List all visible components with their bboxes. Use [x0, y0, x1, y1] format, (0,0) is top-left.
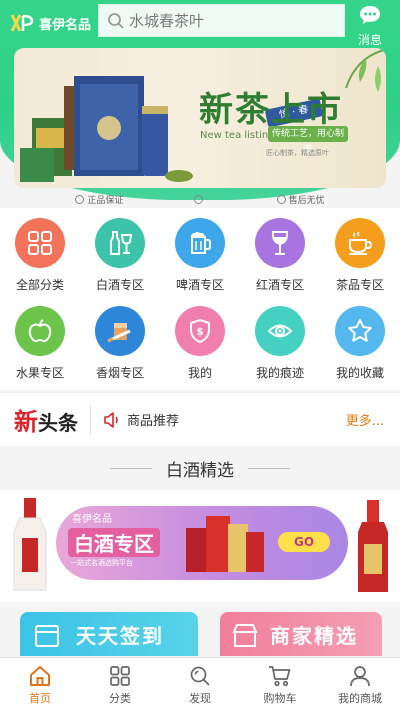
discover-icon: [190, 666, 210, 686]
bamboo-leaf-decoration: [345, 49, 385, 92]
category-label: 红酒专区: [255, 278, 304, 292]
banner-description: 匠心制茶，精选原叶: [266, 149, 329, 157]
shield-icon: [194, 194, 203, 204]
apple-icon: [15, 306, 65, 356]
guarantee-strip: 正品保证 售后无忧: [0, 190, 400, 208]
category-my-history[interactable]: 我的痕迹: [240, 302, 320, 390]
cigarette-icon: [95, 306, 145, 356]
tab-label: 购物车: [263, 692, 297, 705]
promo-banner-new-tea[interactable]: 惊 · 春 新茶上市 New tea listing 传统工艺，用心制茶 匠心制…: [14, 48, 386, 188]
guarantee-item: [194, 190, 206, 208]
grid-icon: [15, 218, 65, 268]
category-grid: 全部分类 白酒专区 啤酒专区 红酒专区 茶品专区 水果专区 香烟专区 $ 我的 …: [0, 208, 400, 390]
go-button[interactable]: GO: [278, 532, 330, 552]
banner-subtitle: New tea listing: [200, 130, 275, 141]
tea-cup-icon: [335, 218, 385, 268]
category-tobacco[interactable]: 香烟专区: [80, 302, 160, 390]
home-icon: [30, 666, 50, 686]
category-label: 香烟专区: [95, 366, 144, 380]
shield-icon: [276, 194, 286, 204]
baijiu-promo-banner[interactable]: 喜伊名品 白酒专区 一站式名酒选购平台 GO: [0, 490, 400, 602]
category-fruit[interactable]: 水果专区: [0, 302, 80, 390]
shop-icon: [232, 624, 258, 647]
merchant-picks-card[interactable]: 商家精选: [220, 612, 382, 656]
search-icon: [108, 12, 124, 29]
guarantee-item: 正品保证: [75, 190, 123, 208]
divider: [90, 404, 91, 435]
headline-more-link[interactable]: 更多...: [346, 410, 384, 429]
category-label: 我的痕迹: [255, 366, 304, 380]
divider: [248, 467, 290, 469]
beer-icon: [175, 218, 225, 268]
liquor-icon: [95, 218, 145, 268]
liquor-banner-subtitle: 一站式名酒选购平台: [70, 559, 133, 567]
tea-products-image: [20, 76, 193, 182]
app-logo[interactable]: 喜伊名品: [10, 12, 91, 34]
liquor-bottle-right-image: [358, 500, 388, 592]
divider: [110, 467, 152, 469]
tab-label: 发现: [189, 692, 211, 705]
section-title: 白酒精选: [166, 460, 234, 481]
headline-text: 商品推荐: [127, 414, 180, 429]
category-label: 啤酒专区: [175, 278, 224, 292]
search-box[interactable]: [98, 4, 345, 37]
tab-category[interactable]: 分类: [80, 658, 160, 711]
tab-home[interactable]: 首页: [0, 658, 80, 711]
headline-logo: 新头条: [14, 407, 78, 436]
chat-bubble-icon: [360, 6, 380, 24]
footprint-icon: [255, 306, 305, 356]
tab-label: 分类: [109, 692, 131, 705]
message-button[interactable]: 消息: [352, 4, 388, 48]
tab-label: 我的商城: [338, 692, 382, 705]
category-label: 全部分类: [15, 278, 64, 292]
tab-my-store[interactable]: 我的商城: [320, 658, 400, 711]
category-all[interactable]: 全部分类: [0, 214, 80, 302]
category-icon: [110, 666, 130, 686]
merchant-picks-label: 商家精选: [270, 624, 358, 648]
svg-text:$: $: [196, 325, 204, 338]
liquor-banner-brand: 喜伊名品: [72, 514, 112, 525]
tab-cart[interactable]: 购物车: [240, 658, 320, 711]
daily-checkin-card[interactable]: 天天签到: [20, 612, 198, 656]
cart-icon: [269, 666, 291, 687]
category-label: 白酒专区: [95, 278, 144, 292]
home-screen: 喜伊名品 消息 惊 · 春 新茶上市 New tea: [0, 0, 400, 711]
user-icon: [350, 666, 370, 687]
category-label: 我的收藏: [335, 366, 384, 380]
message-label: 消息: [357, 33, 382, 47]
liquor-bottle-left-image: [13, 498, 47, 591]
category-tea[interactable]: 茶品专区: [320, 214, 400, 302]
logo-text: 喜伊名品: [39, 17, 92, 33]
daily-checkin-label: 天天签到: [76, 624, 164, 648]
logo-icon: [10, 14, 34, 32]
tab-label: 首页: [29, 692, 51, 705]
coupon-icon: $: [175, 306, 225, 356]
category-label: 我的: [187, 366, 212, 380]
category-wine[interactable]: 红酒专区: [240, 214, 320, 302]
category-baijiu[interactable]: 白酒专区: [80, 214, 160, 302]
bottom-tab-bar: 首页 分类 发现 购物车 我的商城: [0, 657, 400, 711]
tab-discover[interactable]: 发现: [160, 658, 240, 711]
search-input[interactable]: [129, 11, 329, 30]
category-label: 茶品专区: [335, 278, 384, 292]
section-header-baijiu: 白酒精选: [0, 450, 400, 486]
category-beer[interactable]: 啤酒专区: [160, 214, 240, 302]
banner-title: 新茶上市: [199, 90, 343, 130]
calendar-icon: [35, 625, 59, 647]
wine-glass-icon: [255, 218, 305, 268]
category-my-coupons[interactable]: $ 我的: [160, 302, 240, 390]
shield-icon: [75, 194, 85, 204]
category-label: 水果专区: [15, 366, 64, 380]
liquor-gift-boxes-image: [186, 516, 264, 572]
banner-tag: 传统工艺，用心制茶: [268, 126, 348, 155]
speaker-icon: [104, 411, 118, 428]
guarantee-item: 售后无忧: [276, 190, 325, 208]
star-icon: [335, 306, 385, 356]
headline-bar[interactable]: 新头条 商品推荐 更多...: [0, 392, 400, 446]
liquor-banner-title: 白酒专区: [68, 528, 160, 557]
category-my-favorites[interactable]: 我的收藏: [320, 302, 400, 390]
